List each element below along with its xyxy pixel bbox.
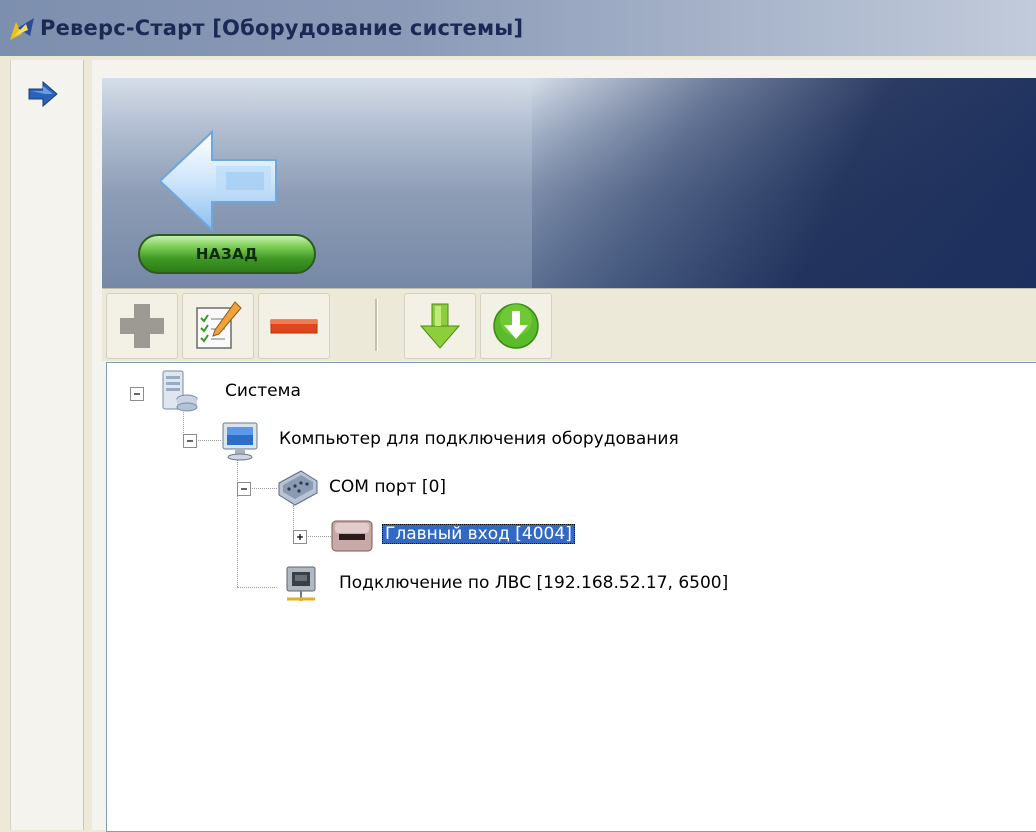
edit-icon [196, 301, 242, 349]
title-bar: Реверс-Старт [Оборудование системы] [0, 0, 1036, 56]
tree-node-com-port[interactable]: COM порт [0] [329, 477, 446, 497]
computer-icon [222, 422, 258, 461]
import-button[interactable] [404, 293, 476, 359]
toolbar [102, 288, 1036, 361]
tree-node-main-entry[interactable]: Главный вход [4004] [382, 524, 575, 544]
remove-button[interactable] [258, 293, 330, 359]
back-button[interactable]: НАЗАД [138, 234, 316, 274]
tree-connector [305, 536, 333, 537]
expand-toggle[interactable] [293, 530, 307, 544]
download-arrow-icon [419, 303, 461, 349]
minus-icon [134, 393, 140, 395]
tree-connector [237, 587, 277, 588]
equipment-tree[interactable]: Система Компьютер для подключения оборуд… [106, 362, 1036, 832]
left-nav-panel [10, 60, 84, 830]
collapse-toggle[interactable] [183, 434, 197, 448]
edit-button[interactable] [182, 293, 254, 359]
add-button[interactable] [106, 293, 178, 359]
server-icon [162, 370, 198, 412]
toolbar-separator [375, 299, 378, 351]
banner-gradient [532, 78, 1036, 288]
collapse-toggle[interactable] [130, 387, 144, 401]
add-icon [120, 304, 164, 348]
collapse-toggle[interactable] [237, 482, 251, 496]
remove-icon [270, 319, 318, 334]
main-panel: НАЗАД Система Компьютер для подключения … [92, 60, 1036, 832]
tree-node-system[interactable]: Система [225, 381, 301, 401]
turnstile-icon [331, 520, 373, 552]
header-banner: НАЗАД [102, 78, 1036, 288]
window-title: Реверс-Старт [Оборудование системы] [40, 16, 524, 40]
network-icon [286, 566, 316, 601]
save-button[interactable] [480, 293, 552, 359]
plus-icon [297, 534, 303, 540]
arrow-right-icon[interactable] [25, 80, 61, 108]
minus-icon [187, 440, 193, 442]
app-icon [10, 18, 34, 40]
download-circle-icon [493, 303, 539, 349]
minus-icon [241, 488, 247, 490]
tree-connector [237, 459, 238, 587]
tree-node-computer[interactable]: Компьютер для подключения оборудования [279, 429, 679, 449]
com-port-icon [278, 470, 318, 506]
tree-node-lan[interactable]: Подключение по ЛВС [192.168.52.17, 6500] [339, 573, 728, 593]
back-button-label: НАЗАД [195, 245, 259, 263]
back-arrow-icon[interactable] [154, 126, 284, 236]
